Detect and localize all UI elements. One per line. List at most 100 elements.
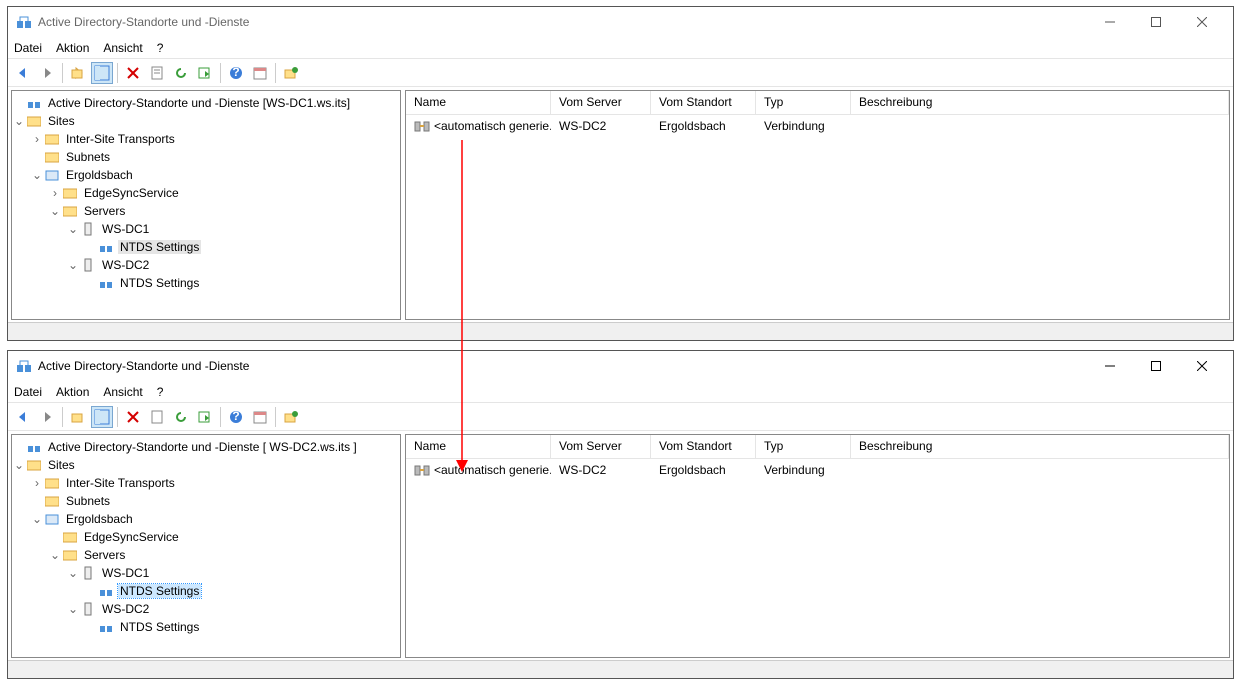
expand-icon[interactable]: ⌄	[30, 168, 44, 182]
column-server[interactable]: Vom Server	[551, 435, 651, 458]
delete-button[interactable]	[122, 62, 144, 84]
tree-sites[interactable]: ⌄Sites	[12, 112, 400, 130]
tree-sites[interactable]: ⌄Sites	[12, 456, 400, 474]
column-standort[interactable]: Vom Standort	[651, 435, 756, 458]
menu-aktion[interactable]: Aktion	[56, 41, 89, 55]
expand-icon[interactable]: ⌄	[66, 602, 80, 616]
back-button[interactable]	[12, 406, 34, 428]
list-pane[interactable]: Name Vom Server Vom Standort Typ Beschre…	[405, 434, 1230, 658]
column-server[interactable]: Vom Server	[551, 91, 651, 114]
menu-help[interactable]: ?	[157, 385, 164, 399]
menubar: Datei Aktion Ansicht ?	[8, 37, 1233, 59]
server-icon	[80, 602, 96, 616]
column-typ[interactable]: Typ	[756, 91, 851, 114]
tree-server-dc2[interactable]: ⌄WS-DC2	[12, 256, 400, 274]
expand-icon[interactable]: ⌄	[48, 204, 62, 218]
list-row[interactable]: <automatisch generie... WS-DC2 Ergoldsba…	[406, 459, 1229, 481]
tree-server-dc1[interactable]: ⌄WS-DC1	[12, 564, 400, 582]
tree-subnets[interactable]: Subnets	[12, 492, 400, 510]
close-button[interactable]	[1179, 351, 1225, 381]
cell-standort: Ergoldsbach	[651, 117, 756, 135]
expand-icon[interactable]: ⌄	[48, 548, 62, 562]
up-button[interactable]	[67, 62, 89, 84]
maximize-button[interactable]	[1133, 351, 1179, 381]
tree-pane[interactable]: Active Directory-Standorte und -Dienste …	[11, 434, 401, 658]
menu-ansicht[interactable]: Ansicht	[103, 41, 142, 55]
expand-icon[interactable]: ⌄	[66, 566, 80, 580]
column-beschreibung[interactable]: Beschreibung	[851, 91, 1229, 114]
expand-icon[interactable]: ⌄	[30, 512, 44, 526]
column-beschreibung[interactable]: Beschreibung	[851, 435, 1229, 458]
tree-edgesync[interactable]: ›EdgeSyncService	[12, 184, 400, 202]
tree-ntds-dc2[interactable]: NTDS Settings	[12, 274, 400, 292]
close-button[interactable]	[1179, 7, 1225, 37]
delete-button[interactable]	[122, 406, 144, 428]
folder-icon	[62, 186, 78, 200]
menu-aktion[interactable]: Aktion	[56, 385, 89, 399]
column-standort[interactable]: Vom Standort	[651, 91, 756, 114]
tree-pane[interactable]: Active Directory-Standorte und -Dienste …	[11, 90, 401, 320]
menu-help[interactable]: ?	[157, 41, 164, 55]
tree-intersite[interactable]: ›Inter-Site Transports	[12, 130, 400, 148]
column-typ[interactable]: Typ	[756, 435, 851, 458]
help-button[interactable]: ?	[225, 406, 247, 428]
properties-button[interactable]	[146, 62, 168, 84]
menu-datei[interactable]: Datei	[14, 41, 42, 55]
site-icon	[44, 512, 60, 526]
maximize-button[interactable]	[1133, 7, 1179, 37]
titlebar[interactable]: Active Directory-Standorte und -Dienste	[8, 351, 1233, 381]
forward-button[interactable]	[36, 406, 58, 428]
tree-servers[interactable]: ⌄Servers	[12, 546, 400, 564]
replicate-button[interactable]	[280, 62, 302, 84]
refresh-button[interactable]	[170, 62, 192, 84]
svg-text:?: ?	[232, 65, 239, 79]
list-pane[interactable]: Name Vom Server Vom Standort Typ Beschre…	[405, 90, 1230, 320]
minimize-button[interactable]	[1087, 351, 1133, 381]
show-tree-button[interactable]	[91, 62, 113, 84]
forward-button[interactable]	[36, 62, 58, 84]
properties-button[interactable]	[146, 406, 168, 428]
column-name[interactable]: Name	[406, 91, 551, 114]
show-tree-button[interactable]	[91, 406, 113, 428]
menu-ansicht[interactable]: Ansicht	[103, 385, 142, 399]
expand-icon[interactable]: ›	[30, 476, 44, 490]
tree-intersite[interactable]: ›Inter-Site Transports	[12, 474, 400, 492]
folder-icon	[44, 476, 60, 490]
cell-typ: Verbindung	[756, 117, 851, 135]
tree-site-ergoldsbach[interactable]: ⌄Ergoldsbach	[12, 510, 400, 528]
titlebar[interactable]: Active Directory-Standorte und -Dienste	[8, 7, 1233, 37]
tree-ntds-dc2[interactable]: NTDS Settings	[12, 618, 400, 636]
tree-ntds-dc1[interactable]: NTDS Settings	[12, 238, 400, 256]
tree-site-ergoldsbach[interactable]: ⌄Ergoldsbach	[12, 166, 400, 184]
tree-edgesync[interactable]: EdgeSyncService	[12, 528, 400, 546]
expand-icon[interactable]: ⌄	[66, 222, 80, 236]
help-button[interactable]: ?	[225, 62, 247, 84]
list-row[interactable]: <automatisch generie... WS-DC2 Ergoldsba…	[406, 115, 1229, 137]
refresh-button[interactable]	[170, 406, 192, 428]
minimize-button[interactable]	[1087, 7, 1133, 37]
tree-root[interactable]: Active Directory-Standorte und -Dienste …	[12, 438, 400, 456]
folder-icon	[62, 530, 78, 544]
app-icon	[16, 14, 32, 30]
folder-icon	[44, 150, 60, 164]
column-name[interactable]: Name	[406, 435, 551, 458]
tree-subnets[interactable]: Subnets	[12, 148, 400, 166]
replicate-button[interactable]	[280, 406, 302, 428]
tree-servers[interactable]: ⌄Servers	[12, 202, 400, 220]
up-button[interactable]	[67, 406, 89, 428]
schedule-button[interactable]	[249, 406, 271, 428]
expand-icon[interactable]: ›	[30, 132, 44, 146]
expand-icon[interactable]: ⌄	[66, 258, 80, 272]
tree-server-dc2[interactable]: ⌄WS-DC2	[12, 600, 400, 618]
schedule-button[interactable]	[249, 62, 271, 84]
menu-datei[interactable]: Datei	[14, 385, 42, 399]
tree-root[interactable]: Active Directory-Standorte und -Dienste …	[12, 94, 400, 112]
expand-icon[interactable]: ⌄	[12, 114, 26, 128]
tree-server-dc1[interactable]: ⌄WS-DC1	[12, 220, 400, 238]
tree-ntds-dc1[interactable]: NTDS Settings	[12, 582, 400, 600]
export-button[interactable]	[194, 406, 216, 428]
expand-icon[interactable]: ⌄	[12, 458, 26, 472]
export-button[interactable]	[194, 62, 216, 84]
expand-icon[interactable]: ›	[48, 186, 62, 200]
back-button[interactable]	[12, 62, 34, 84]
